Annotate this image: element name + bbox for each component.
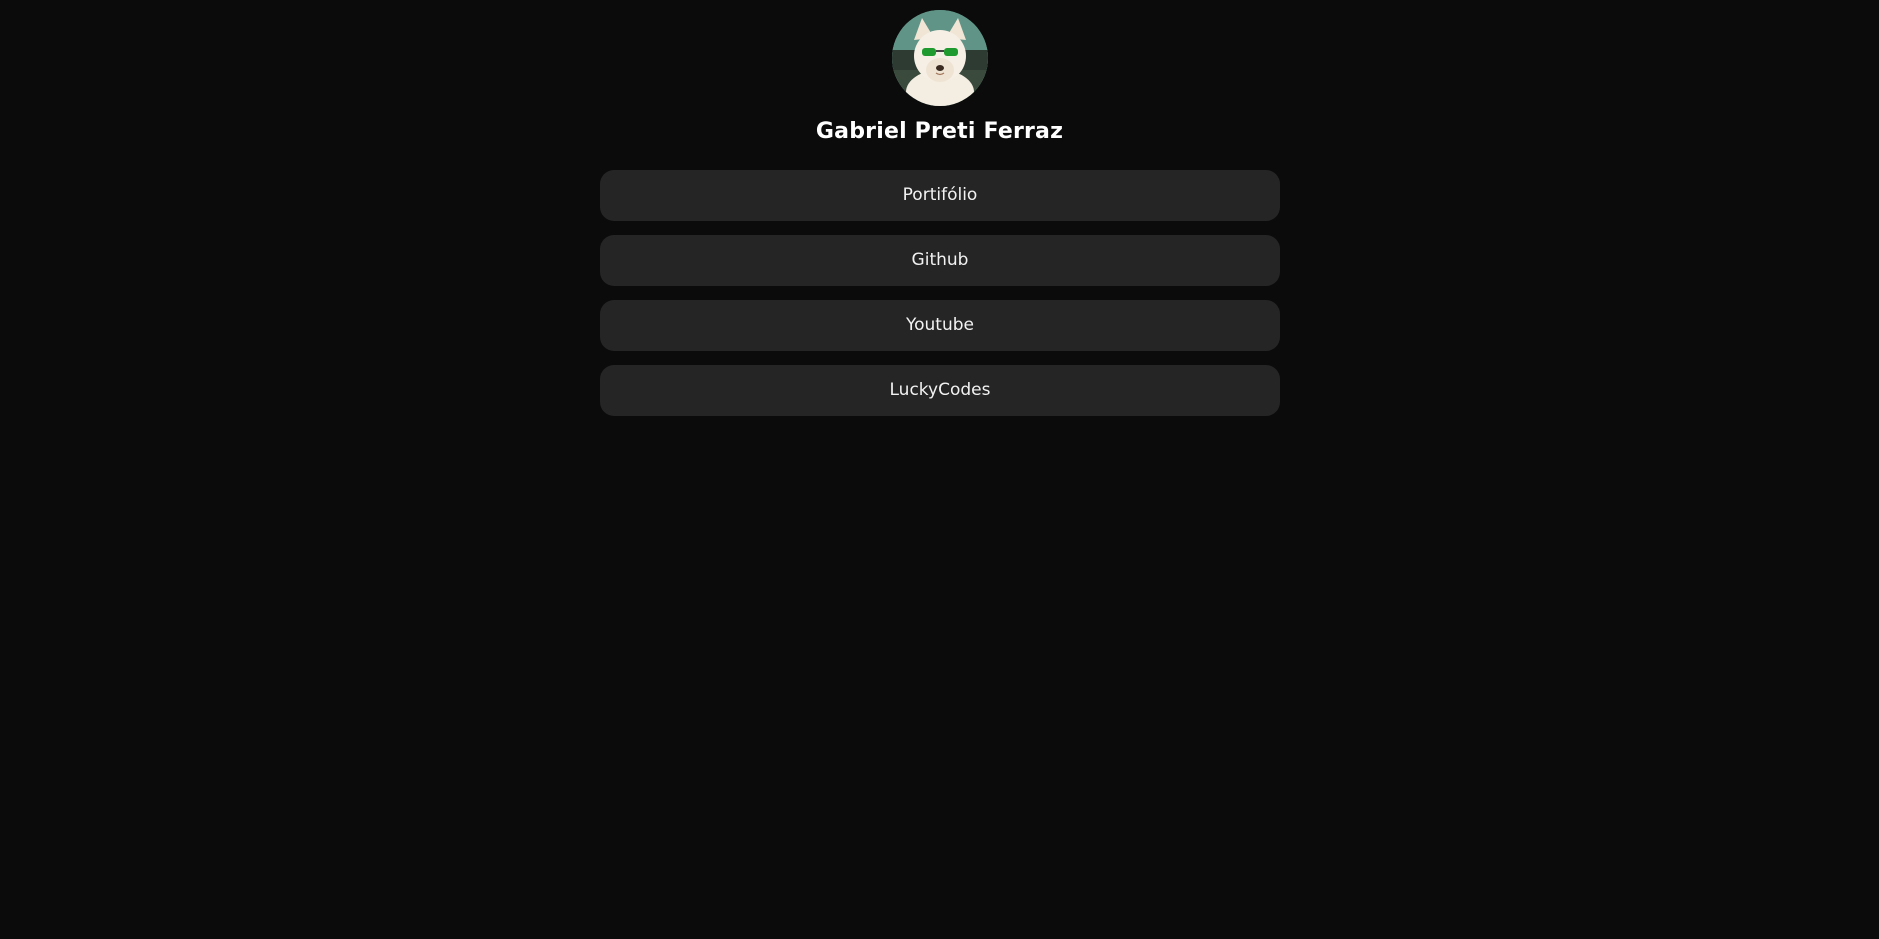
link-tree-page: Gabriel Preti Ferraz Portifólio Github Y… bbox=[0, 0, 1879, 939]
link-list: Portifólio Github Youtube LuckyCodes bbox=[600, 170, 1280, 430]
profile-name: Gabriel Preti Ferraz bbox=[815, 119, 1064, 144]
avatar bbox=[892, 10, 988, 106]
youtube-link-button[interactable]: Youtube bbox=[600, 300, 1280, 351]
portfolio-link-button[interactable]: Portifólio bbox=[600, 170, 1280, 221]
dog-avatar-icon bbox=[892, 10, 988, 106]
luckycodes-link-button[interactable]: LuckyCodes bbox=[600, 365, 1280, 416]
github-link-button[interactable]: Github bbox=[600, 235, 1280, 286]
